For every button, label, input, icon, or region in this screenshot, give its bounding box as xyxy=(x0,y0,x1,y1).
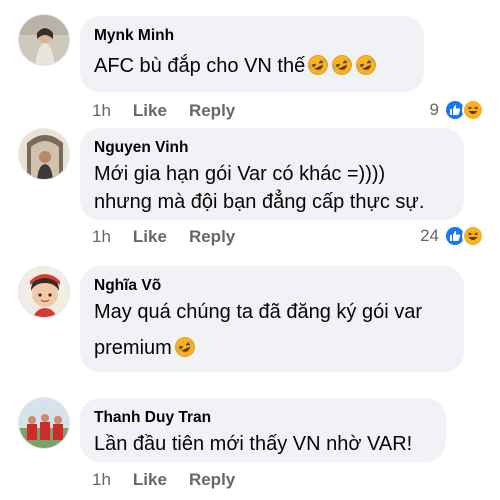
comment-text: Lần đầu tiên mới thấy VN nhờ VAR! xyxy=(94,433,413,455)
commenter-name[interactable]: Thanh Duy Tran xyxy=(94,408,432,428)
reaction-summary[interactable]: 24 xyxy=(420,225,484,247)
rolling-laughing-emoji xyxy=(355,54,377,76)
reply-button[interactable]: Reply xyxy=(189,226,235,248)
comment-text: AFC bù đắp cho VN thế xyxy=(94,52,410,80)
comment-actions: 1h Like Reply xyxy=(92,226,235,248)
haha-reaction-icon xyxy=(462,225,484,247)
commenter-name[interactable]: Nghĩa Võ xyxy=(94,276,450,296)
avatar[interactable] xyxy=(18,128,70,180)
reaction-count: 24 xyxy=(420,226,439,245)
commenter-name[interactable]: Nguyen Vinh xyxy=(94,138,450,158)
comment-text-line: premium xyxy=(94,334,450,362)
comment-bubble: Nghĩa Võ May quá chúng ta đã đăng ký gói… xyxy=(80,266,464,372)
comment-bubble: Mynk Minh AFC bù đắp cho VN thế xyxy=(80,16,424,92)
rolling-laughing-emoji xyxy=(307,54,329,76)
reply-button[interactable]: Reply xyxy=(189,100,235,122)
timestamp[interactable]: 1h xyxy=(92,469,111,491)
comment-bubble: Thanh Duy Tran Lần đầu tiên mới thấy VN … xyxy=(80,398,446,462)
like-button[interactable]: Like xyxy=(133,226,167,248)
comment-bubble: Nguyen Vinh Mới gia hạn gói Var có khác … xyxy=(80,128,464,220)
reaction-summary[interactable]: 9 xyxy=(430,99,484,121)
comment-actions: 1h Like Reply xyxy=(92,100,235,122)
reply-button[interactable]: Reply xyxy=(189,469,235,491)
comment-text-line: nhưng mà đội bạn đẳng cấp thực sự. xyxy=(94,191,425,213)
haha-reaction-icon xyxy=(462,99,484,121)
rolling-laughing-emoji xyxy=(174,336,196,358)
avatar[interactable] xyxy=(18,14,70,66)
rolling-laughing-emoji xyxy=(331,54,353,76)
timestamp[interactable]: 1h xyxy=(92,100,111,122)
like-button[interactable]: Like xyxy=(133,100,167,122)
like-button[interactable]: Like xyxy=(133,469,167,491)
comment-actions: 1h Like Reply xyxy=(92,469,235,491)
comment-text-line: Mới gia hạn gói Var có khác =)))) xyxy=(94,163,386,185)
commenter-name[interactable]: Mynk Minh xyxy=(94,26,410,46)
reaction-count: 9 xyxy=(429,100,439,119)
comment-text-line: May quá chúng ta đã đăng ký gói var xyxy=(94,301,422,323)
timestamp[interactable]: 1h xyxy=(92,226,111,248)
avatar[interactable] xyxy=(18,266,70,318)
avatar[interactable] xyxy=(18,397,70,449)
